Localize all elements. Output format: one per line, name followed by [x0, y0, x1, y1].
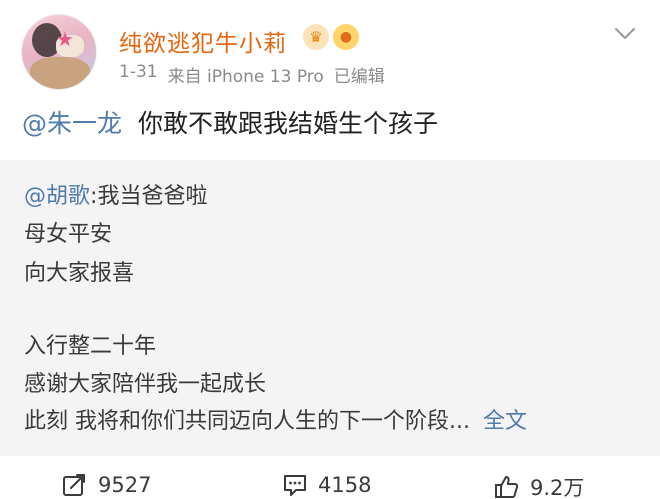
repost-line-3: 向大家报喜: [24, 261, 135, 286]
like-icon: [495, 476, 519, 498]
repost-count: 9527: [98, 473, 152, 497]
mention-link[interactable]: @朱一龙: [22, 109, 122, 138]
repost-line-6: 感谢大家陪伴我一起成长: [24, 372, 267, 397]
repost-mention-link[interactable]: @胡歌: [24, 184, 90, 209]
like-button[interactable]: 9.2万: [494, 472, 584, 499]
chevron-down-icon[interactable]: [614, 22, 636, 44]
post-header: ★ 纯欲逃犯牛小莉 ♛ ● 1-31 来自 iPhone 13 Pro 已编辑: [0, 0, 660, 100]
post-meta: 1-31 来自 iPhone 13 Pro 已编辑: [119, 62, 385, 87]
comment-count: 4158: [318, 473, 372, 497]
repost-line-7: 此刻 我将和你们共同迈向人生的下一个阶段... 全文: [24, 403, 527, 435]
repost-line-1: 我当爸爸啦: [97, 184, 208, 209]
like-count: 9.2万: [530, 476, 585, 499]
comment-icon: [284, 475, 306, 496]
repost-line-7-text: 此刻 我将和你们共同迈向人生的下一个阶段...: [24, 409, 470, 434]
post-text: @朱一龙 你敢不敢跟我结婚生个孩子: [22, 104, 438, 140]
repost-line-2: 母女平安: [24, 222, 113, 247]
fish-badge-icon[interactable]: ●: [333, 24, 359, 50]
full-text-link[interactable]: 全文: [483, 409, 527, 434]
user-badges: ♛ ●: [303, 24, 359, 50]
username[interactable]: 纯欲逃犯牛小莉: [119, 24, 287, 58]
edited-label: 已编辑: [333, 67, 385, 87]
repost-first-line: @胡歌:我当爸爸啦: [24, 178, 207, 210]
avatar[interactable]: ★: [21, 14, 97, 90]
post-source: 来自 iPhone 13 Pro: [167, 67, 324, 87]
repost-icon: [63, 474, 85, 496]
repost-line-5: 入行整二十年: [24, 334, 157, 359]
action-bar: 9527 4158 9.2万: [0, 456, 660, 499]
avatar-star-icon: ★: [56, 27, 74, 51]
comment-button[interactable]: 4158: [282, 472, 371, 498]
repost-button[interactable]: 9527: [62, 472, 151, 498]
crown-badge-icon[interactable]: ♛: [303, 24, 329, 50]
avatar-body: [30, 57, 90, 89]
repost-block[interactable]: @胡歌:我当爸爸啦 母女平安 向大家报喜 入行整二十年 感谢大家陪伴我一起成长 …: [0, 160, 660, 456]
post-date: 1-31: [119, 62, 158, 82]
post-body: 你敢不敢跟我结婚生个孩子: [137, 109, 438, 138]
